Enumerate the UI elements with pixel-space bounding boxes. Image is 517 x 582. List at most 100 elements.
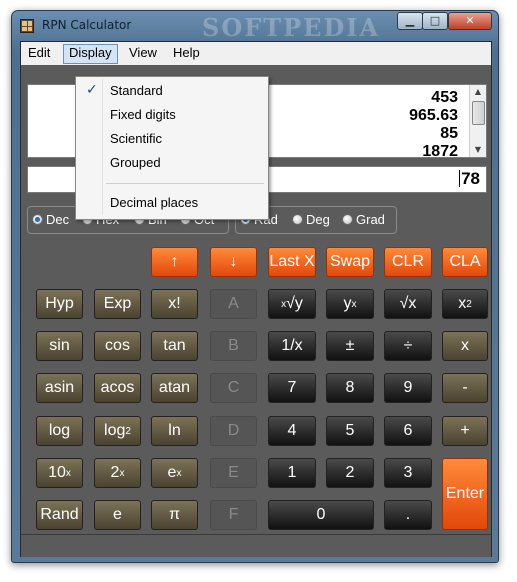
digit-6-button[interactable]: 6 [384, 416, 432, 446]
digit-3-button[interactable]: 3 [384, 458, 432, 488]
menu-bar: Edit Display View Help [21, 42, 491, 65]
xth-root-base: √y [286, 295, 303, 312]
checkmark-icon: ✓ [86, 82, 98, 98]
clr-button[interactable]: CLR [384, 247, 432, 277]
digit-2-button[interactable]: 2 [326, 458, 374, 488]
stack-value: 85 [440, 125, 458, 142]
sin-button[interactable]: sin [36, 331, 83, 361]
enter-button[interactable]: Enter [442, 458, 488, 530]
ln-button[interactable]: ln [151, 416, 198, 446]
menu-item-scientific[interactable]: Scientific [110, 131, 162, 146]
asin-button[interactable]: asin [36, 373, 83, 403]
maximize-icon: □ [429, 14, 441, 27]
atan-button[interactable]: atan [151, 373, 198, 403]
square-root-button[interactable]: √x [384, 289, 432, 319]
y-power-x-button[interactable]: yx [326, 289, 374, 319]
hyp-button[interactable]: Hyp [36, 289, 83, 319]
radio-empty-icon [292, 214, 303, 225]
entry-value-wrap: 78 [459, 169, 480, 189]
scroll-thumb[interactable] [472, 101, 485, 125]
digit-0-button[interactable]: 0 [268, 500, 374, 530]
window-title: RPN Calculator [42, 18, 132, 32]
cla-button[interactable]: CLA [442, 247, 488, 277]
digit-4-button[interactable]: 4 [268, 416, 316, 446]
two-power-sup: x [119, 467, 125, 479]
menu-separator [106, 183, 264, 184]
xth-root-button[interactable]: x √y [268, 289, 316, 319]
menu-display[interactable]: Display [63, 44, 118, 64]
title-bar[interactable]: RPN Calculator SOFTPEDIA ▁ □ ✕ [12, 11, 498, 42]
radio-label: Dec [46, 212, 70, 227]
menu-item-decimal-places[interactable]: Decimal places [110, 195, 198, 210]
stack-scrollbar[interactable]: ▲ ▼ [469, 85, 486, 157]
minimize-button[interactable]: ▁ [397, 12, 423, 30]
menu-view[interactable]: View [124, 44, 162, 62]
log2-sub: 2 [125, 425, 131, 437]
radio-deg[interactable]: Deg [292, 212, 330, 227]
scroll-up-arrow-icon[interactable]: ▲ [470, 85, 486, 99]
cos-button[interactable]: cos [94, 331, 141, 361]
e-power-x-button[interactable]: ex [151, 458, 198, 488]
rand-button[interactable]: Rand [36, 500, 83, 530]
menu-edit[interactable]: Edit [23, 44, 55, 62]
scroll-down-arrow-icon[interactable]: ▼ [470, 143, 486, 157]
radio-dec[interactable]: Dec [32, 212, 69, 227]
add-button[interactable]: + [442, 416, 488, 446]
acos-button[interactable]: acos [94, 373, 141, 403]
close-button[interactable]: ✕ [448, 12, 492, 30]
roll-down-button[interactable]: ↓ [210, 247, 257, 277]
client-area: Edit Display View Help 453 965.63 85 187… [20, 41, 492, 557]
tan-button[interactable]: tan [151, 331, 198, 361]
divide-button[interactable]: ÷ [384, 331, 432, 361]
log2-button[interactable]: log 2 [94, 416, 141, 446]
reciprocal-button[interactable]: 1/x [268, 331, 316, 361]
stack-value: 453 [431, 89, 458, 106]
display-menu-dropdown: ✓ Standard Fixed digits Scientific Group… [75, 76, 269, 220]
hex-b-button[interactable]: B [210, 331, 257, 361]
ten-power-sup: x [65, 467, 71, 479]
pi-button[interactable]: π [151, 500, 198, 530]
two-power-x-button[interactable]: 2x [94, 458, 141, 488]
maximize-button[interactable]: □ [422, 12, 448, 30]
y-power-base: y [343, 295, 352, 312]
hex-d-button[interactable]: D [210, 416, 257, 446]
ten-power-x-button[interactable]: 10 x [36, 458, 83, 488]
digit-1-button[interactable]: 1 [268, 458, 316, 488]
ten-power-base: 10 [48, 464, 66, 481]
hex-c-button[interactable]: C [210, 373, 257, 403]
digit-5-button[interactable]: 5 [326, 416, 374, 446]
menu-item-fixed-digits[interactable]: Fixed digits [110, 107, 176, 122]
stack-value: 965.63 [409, 107, 458, 124]
minimize-icon: ▁ [405, 14, 415, 27]
hex-e-button[interactable]: E [210, 458, 257, 488]
calculator-window: RPN Calculator SOFTPEDIA ▁ □ ✕ Edit Disp… [11, 10, 499, 563]
calculator-app-icon [20, 19, 34, 33]
hex-f-button[interactable]: F [210, 500, 257, 530]
roll-up-button[interactable]: ↑ [151, 247, 198, 277]
exp-button[interactable]: Exp [94, 289, 141, 319]
digit-7-button[interactable]: 7 [268, 373, 316, 403]
change-sign-button[interactable]: ± [326, 331, 374, 361]
close-icon: ✕ [465, 14, 475, 27]
e-constant-button[interactable]: e [94, 500, 141, 530]
menu-item-standard[interactable]: Standard [110, 83, 163, 98]
radio-selected-icon [32, 214, 43, 225]
menu-item-grouped[interactable]: Grouped [110, 155, 161, 170]
swap-button[interactable]: Swap [326, 247, 374, 277]
multiply-button[interactable]: x [442, 331, 488, 361]
square-sup: 2 [466, 298, 472, 310]
radio-grad[interactable]: Grad [342, 212, 385, 227]
subtract-button[interactable]: - [442, 373, 488, 403]
entry-value: 78 [461, 169, 480, 188]
menu-help[interactable]: Help [168, 44, 205, 62]
digit-9-button[interactable]: 9 [384, 373, 432, 403]
square-button[interactable]: x2 [442, 289, 488, 319]
hex-a-button[interactable]: A [210, 289, 257, 319]
log-button[interactable]: log [36, 416, 83, 446]
last-x-button[interactable]: Last X [268, 247, 316, 277]
factorial-button[interactable]: x! [151, 289, 198, 319]
digit-8-button[interactable]: 8 [326, 373, 374, 403]
decimal-point-button[interactable]: . [384, 500, 432, 530]
watermark-text: SOFTPEDIA [202, 13, 381, 42]
radio-empty-icon [342, 214, 353, 225]
